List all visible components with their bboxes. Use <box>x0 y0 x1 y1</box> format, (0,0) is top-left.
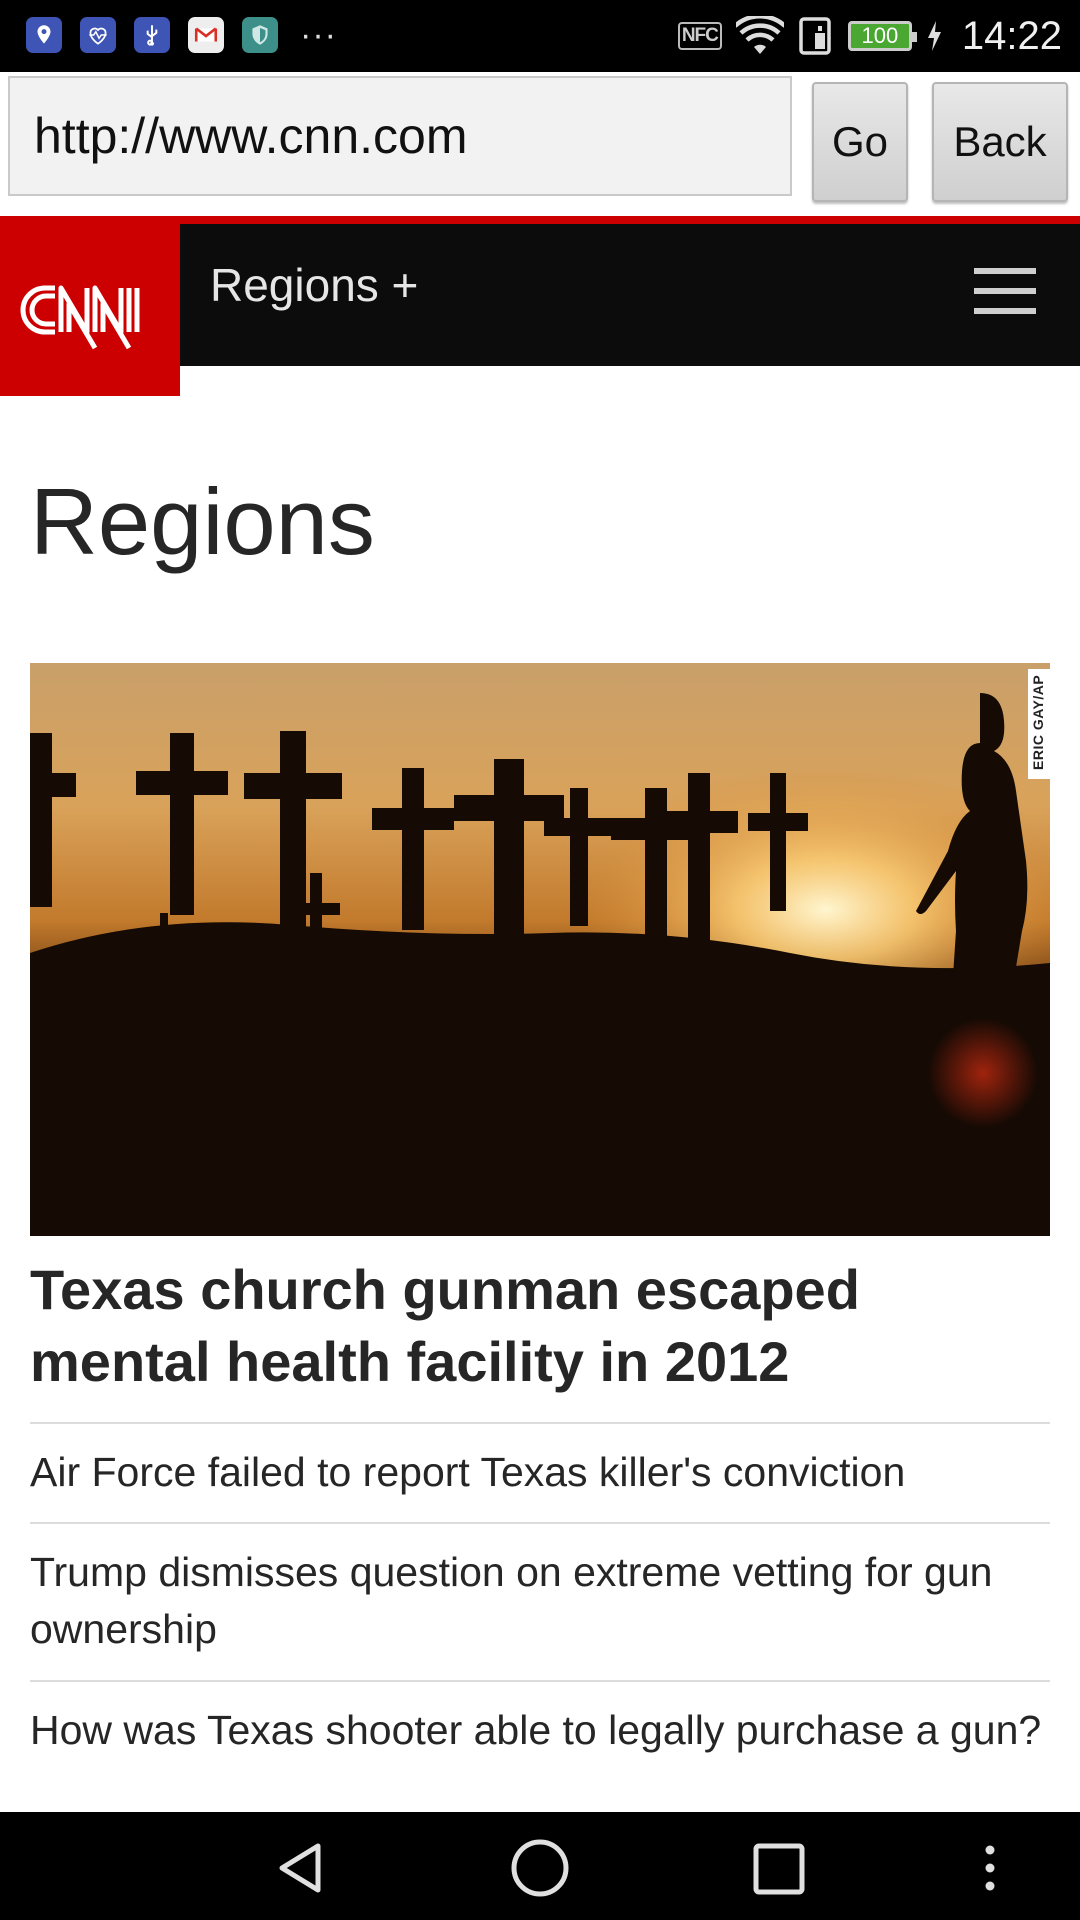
notification-icons: ··· <box>26 17 337 53</box>
cnn-logo[interactable] <box>0 224 180 396</box>
system-status: NFC 100 14:22 <box>677 12 1062 60</box>
related-story-link[interactable]: Air Force failed to report Texas killer'… <box>30 1422 1050 1522</box>
wifi-icon <box>735 16 784 54</box>
regions-menu-link[interactable]: Regions + <box>210 258 418 312</box>
battery-icon: 100 <box>847 21 917 51</box>
page-title: Regions <box>30 469 375 574</box>
related-story-link[interactable]: Trump dismisses question on extreme vett… <box>30 1522 1050 1680</box>
home-circle-icon[interactable] <box>508 1836 572 1900</box>
related-story-link[interactable]: How was Texas shooter able to legally pu… <box>30 1680 1050 1759</box>
browser-toolbar: http://www.cnn.com Go Back <box>0 72 1080 216</box>
hamburger-menu-icon[interactable] <box>974 268 1036 314</box>
system-navigation-bar <box>0 1812 1080 1920</box>
location-icon <box>26 17 62 53</box>
battery-level: 100 <box>861 23 899 48</box>
status-bar: ··· NFC 100 14:22 <box>0 0 1080 72</box>
url-input[interactable]: http://www.cnn.com <box>8 76 792 196</box>
related-stories-list: Air Force failed to report Texas killer'… <box>30 1422 1050 1759</box>
back-button[interactable]: Back <box>932 82 1068 202</box>
nfc-icon: NFC <box>677 22 722 50</box>
hero-image[interactable]: ERIC GAY/AP <box>30 663 1050 1236</box>
charging-icon <box>927 21 941 51</box>
recents-square-icon[interactable] <box>752 1842 806 1896</box>
overflow-menu-icon[interactable] <box>980 1842 1000 1894</box>
sim-icon <box>799 17 831 55</box>
usb-icon <box>134 17 170 53</box>
more-notifications-icon: ··· <box>300 16 337 54</box>
back-triangle-icon[interactable] <box>272 1840 328 1896</box>
health-icon <box>80 17 116 53</box>
photo-credit: ERIC GAY/AP <box>1028 669 1050 779</box>
shield-icon <box>242 17 278 53</box>
clock: 14:22 <box>961 13 1062 58</box>
headline-link[interactable]: Texas church gunman escaped mental healt… <box>30 1254 1040 1398</box>
gmail-icon <box>188 17 224 53</box>
go-button[interactable]: Go <box>812 82 908 202</box>
cnn-logo-icon <box>20 285 140 350</box>
brand-stripe <box>0 216 1080 224</box>
